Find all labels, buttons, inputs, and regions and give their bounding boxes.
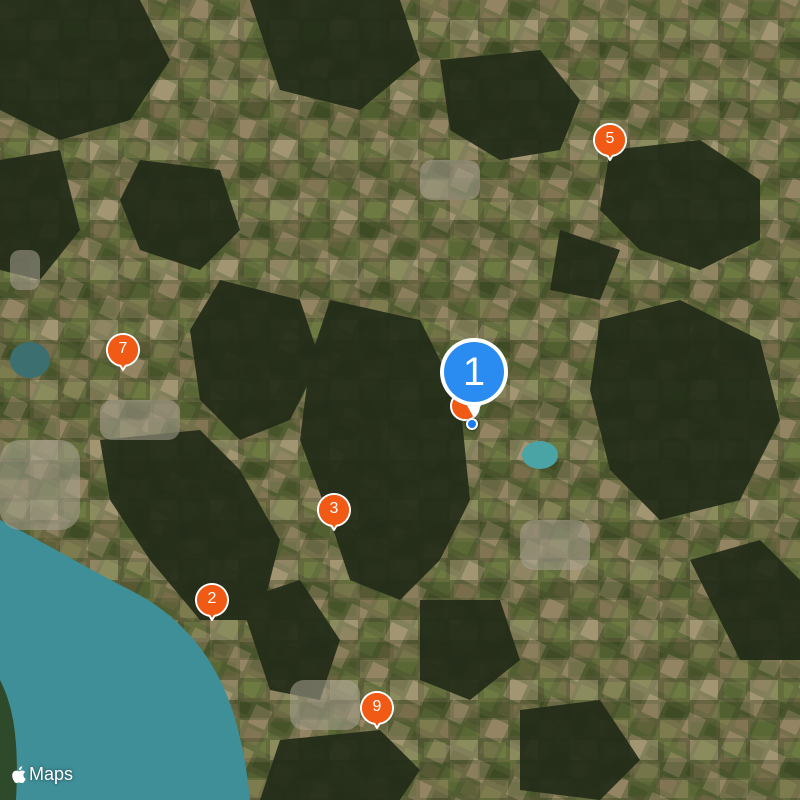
map-pin-9[interactable]: 9 (359, 690, 395, 734)
map-pin-7[interactable]: 7 (105, 332, 141, 376)
map-pin-label: 2 (207, 590, 217, 607)
map-pin-2[interactable]: 2 (194, 582, 230, 626)
map-pin-label: 5 (605, 130, 615, 147)
satellite-map[interactable]: 5 7 3 2 9 1 Maps (0, 0, 800, 800)
apple-logo-icon (12, 766, 26, 783)
map-pin-label: 3 (329, 500, 339, 517)
map-pin-3[interactable]: 3 (316, 492, 352, 536)
map-pin-label: 9 (372, 698, 382, 715)
satellite-imagery (0, 0, 800, 800)
map-pin-1-selected[interactable]: 1 (436, 336, 512, 426)
map-pin-label: 1 (462, 349, 486, 394)
map-pin-label: 7 (118, 340, 128, 357)
current-location-dot (466, 418, 478, 430)
attribution-text: Maps (29, 764, 74, 784)
maps-attribution[interactable]: Maps (12, 764, 73, 785)
map-pin-5[interactable]: 5 (592, 122, 628, 166)
